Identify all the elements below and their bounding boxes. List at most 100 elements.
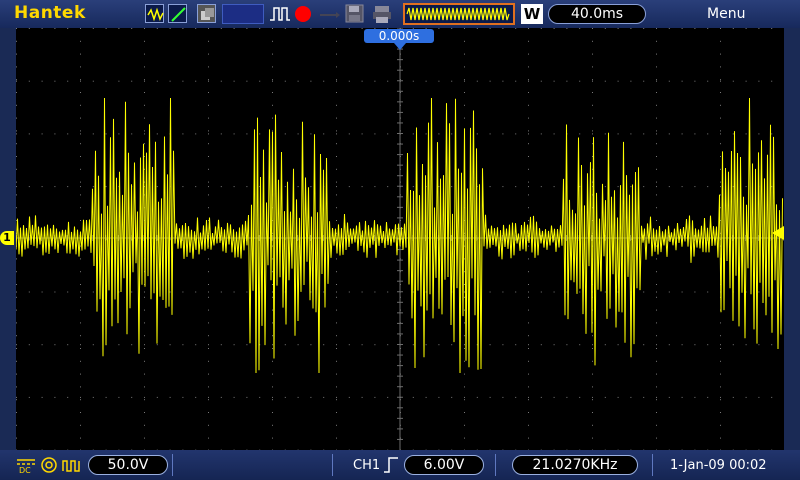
- grid-dot: [528, 186, 529, 188]
- grid-dot: [16, 344, 17, 346]
- ch1-volts-per-div[interactable]: 50.0V: [88, 455, 168, 475]
- grid-dot: [720, 104, 721, 106]
- grid-dot: [208, 386, 209, 388]
- grid-dot: [553, 344, 555, 346]
- grid-dot: [272, 66, 273, 68]
- trigger-level[interactable]: 6.00V: [404, 455, 484, 475]
- grid-dot: [630, 80, 632, 82]
- waveform-overview[interactable]: [403, 3, 515, 25]
- grid-dot: [464, 360, 465, 362]
- grid-dot: [732, 80, 734, 82]
- grid-dot: [361, 80, 363, 82]
- grid-dot: [272, 396, 273, 398]
- menu-button[interactable]: Menu: [707, 6, 745, 22]
- grid-dot: [336, 168, 337, 170]
- grid-dot: [246, 396, 248, 398]
- waveform-icon[interactable]: [145, 4, 164, 23]
- grid-dot: [272, 117, 273, 119]
- grid-dot: [630, 396, 632, 398]
- trigger-level-marker[interactable]: [772, 226, 784, 240]
- grid-dot: [592, 130, 593, 132]
- grid-dot: [656, 284, 657, 285]
- grid-dot: [156, 80, 158, 82]
- persistence-icon[interactable]: [197, 4, 216, 23]
- grid-dot: [28, 396, 30, 398]
- probe-icon[interactable]: [40, 456, 58, 478]
- grid-dot: [208, 104, 209, 106]
- slope-icon[interactable]: [168, 4, 187, 23]
- grid-dot: [681, 344, 683, 346]
- grid-dot: [144, 437, 145, 439]
- grid-dot: [720, 28, 721, 29]
- grid-dot: [233, 80, 235, 82]
- grid-dot: [348, 80, 350, 82]
- save-icon[interactable]: [345, 4, 364, 27]
- grid-dot: [16, 220, 17, 221]
- trigger-position-marker[interactable]: 0.000s: [364, 29, 434, 43]
- grid-dot: [208, 322, 209, 324]
- grid-dot: [579, 344, 581, 346]
- grid-dot: [272, 291, 273, 293]
- grid-dot: [336, 335, 337, 337]
- grid-dot: [592, 424, 593, 426]
- grid-dot: [195, 28, 197, 29]
- grid-dot: [464, 296, 465, 298]
- grid-dot: [272, 80, 273, 82]
- grid-dot: [208, 194, 209, 196]
- channel-1-marker[interactable]: 1: [0, 231, 14, 245]
- grid-dot: [528, 386, 529, 388]
- grid-dot: [464, 437, 465, 439]
- grid-dot: [540, 133, 542, 135]
- grid-dot: [156, 186, 158, 188]
- grid-dot: [144, 104, 145, 106]
- grid-dot: [528, 181, 529, 183]
- ch1-trace: [16, 97, 783, 374]
- grid-dot: [336, 117, 337, 119]
- grid-dot: [771, 344, 773, 346]
- dc-coupling-icon[interactable]: DC: [16, 456, 36, 478]
- pulse-icon[interactable]: [269, 5, 291, 27]
- grid-dot: [515, 80, 517, 82]
- grid-dot: [54, 344, 56, 346]
- grid-dot: [80, 258, 81, 260]
- grid-dot: [758, 396, 760, 398]
- grid-dot: [758, 344, 760, 346]
- grid-dot: [592, 412, 593, 413]
- grid-dot: [310, 344, 312, 346]
- grid-dot: [208, 168, 209, 170]
- grid-dot: [720, 335, 721, 337]
- print-icon[interactable]: [372, 4, 392, 28]
- bandwidth-limit-icon[interactable]: [62, 457, 82, 477]
- grid-dot: [553, 28, 555, 29]
- grid-dot: [502, 80, 504, 82]
- usb-icon[interactable]: [318, 7, 340, 26]
- grid-dot: [617, 28, 619, 29]
- grid-dot: [604, 28, 606, 29]
- grid-dot: [336, 360, 337, 362]
- grid-dot: [464, 79, 465, 81]
- trigger-source[interactable]: CH1: [353, 458, 380, 473]
- grid-dot: [668, 344, 670, 346]
- grid-dot: [54, 80, 56, 82]
- grid-dot: [656, 133, 657, 135]
- rising-edge-icon[interactable]: [383, 456, 399, 478]
- grid-dot: [323, 80, 325, 82]
- acquisition-mode-badge[interactable]: W: [521, 4, 543, 24]
- grid-dot: [220, 186, 222, 188]
- grid-dot: [80, 322, 81, 324]
- grid-dot: [720, 360, 721, 362]
- grid-dot: [592, 133, 593, 135]
- grid-dot: [336, 348, 337, 349]
- grid-dot: [144, 396, 145, 398]
- grid-dot: [387, 344, 389, 346]
- grid-dot: [528, 117, 529, 119]
- record-icon[interactable]: [295, 6, 311, 22]
- grid-dot: [656, 130, 657, 132]
- grid-dot: [92, 186, 94, 188]
- timebase-readout[interactable]: 40.0ms: [548, 4, 646, 24]
- grid-dot: [336, 344, 337, 346]
- grid-dot: [336, 28, 337, 29]
- grid-dot: [489, 396, 491, 398]
- grid-dot: [182, 80, 184, 82]
- grid-dot: [16, 181, 17, 183]
